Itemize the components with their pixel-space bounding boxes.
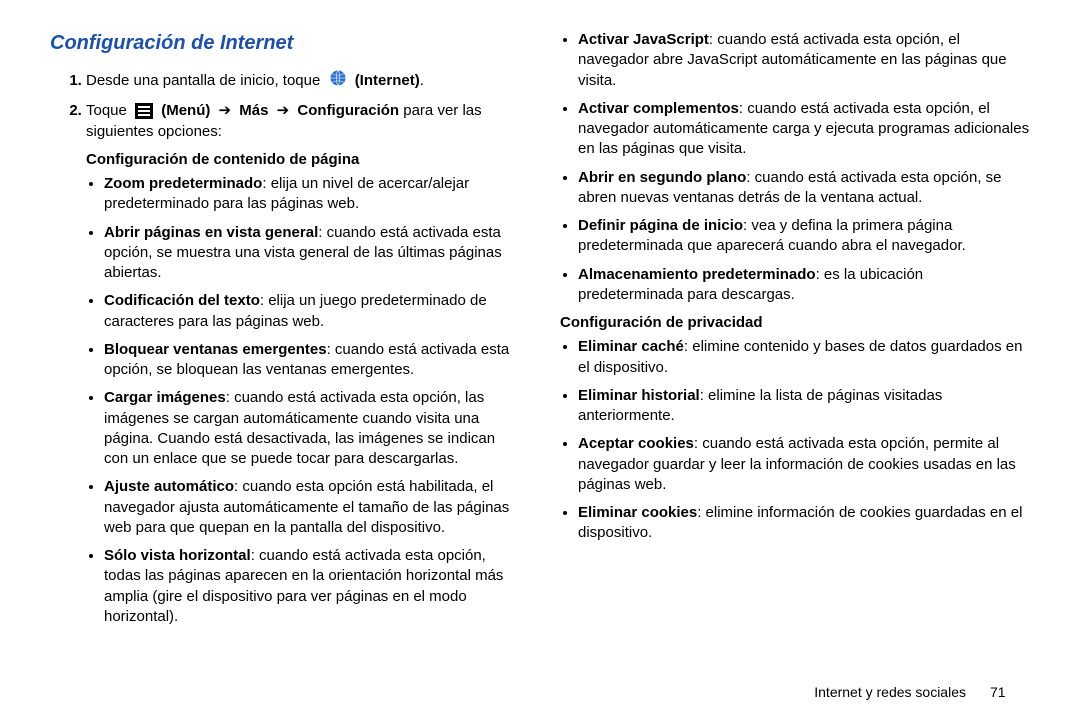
step-2-bold-menu: (Menú) xyxy=(161,102,210,119)
list-item: Almacenamiento predeterminado: es la ubi… xyxy=(578,265,1030,306)
list-item: Eliminar caché: elimine contenido y base… xyxy=(578,337,1030,378)
arrow-icon: ➔ xyxy=(277,102,290,119)
sub-heading-privacy: Configuración de privacidad xyxy=(560,313,1030,333)
step-2-text-a: Toque xyxy=(86,102,131,119)
list-item: Eliminar cookies: elimine información de… xyxy=(578,503,1030,544)
list-item: Activar JavaScript: cuando está activada… xyxy=(578,30,1030,91)
right-column: Activar JavaScript: cuando está activada… xyxy=(560,30,1030,674)
item-term: Eliminar cookies xyxy=(578,504,697,521)
item-term: Activar complementos xyxy=(578,100,739,117)
step-2: Toque (Menú) ➔ Más ➔ Configuración para … xyxy=(86,101,520,142)
footer-section: Internet y redes sociales xyxy=(814,684,966,700)
item-term: Codificación del texto xyxy=(104,292,260,309)
step-2-bold-mas: Más xyxy=(239,102,268,119)
item-term: Activar JavaScript xyxy=(578,31,709,48)
globe-icon xyxy=(329,69,347,93)
menu-icon xyxy=(135,103,153,119)
item-term: Aceptar cookies xyxy=(578,435,694,452)
steps-list: Desde una pantalla de inicio, toque (Int… xyxy=(50,69,520,142)
left-bullet-list: Zoom predeterminado: elija un nivel de a… xyxy=(86,174,520,627)
step-2-bold-config: Configuración xyxy=(297,102,399,119)
list-item: Sólo vista horizontal: cuando está activ… xyxy=(104,546,520,627)
step-1-text-c: . xyxy=(420,72,424,89)
step-1-text-a: Desde una pantalla de inicio, toque xyxy=(86,72,325,89)
list-item: Codificación del texto: elija un juego p… xyxy=(104,291,520,332)
list-item: Definir página de inicio: vea y defina l… xyxy=(578,216,1030,257)
right-top-bullet-list: Activar JavaScript: cuando está activada… xyxy=(560,30,1030,305)
section-title: Configuración de Internet xyxy=(50,30,520,57)
step-1: Desde una pantalla de inicio, toque (Int… xyxy=(86,69,520,93)
list-item: Zoom predeterminado: elija un nivel de a… xyxy=(104,174,520,215)
item-term: Eliminar historial xyxy=(578,387,700,404)
right-bottom-bullet-list: Eliminar caché: elimine contenido y base… xyxy=(560,337,1030,543)
list-item: Eliminar historial: elimine la lista de … xyxy=(578,386,1030,427)
list-item: Cargar imágenes: cuando está activada es… xyxy=(104,388,520,469)
item-term: Abrir en segundo plano xyxy=(578,169,746,186)
sub-heading-content: Configuración de contenido de página xyxy=(86,150,520,170)
item-term: Sólo vista horizontal xyxy=(104,547,251,564)
list-item: Bloquear ventanas emergentes: cuando est… xyxy=(104,340,520,381)
page-footer: Internet y redes sociales 71 xyxy=(50,674,1030,700)
footer-page-number: 71 xyxy=(990,684,1030,700)
list-item: Activar complementos: cuando está activa… xyxy=(578,99,1030,160)
item-term: Bloquear ventanas emergentes xyxy=(104,341,327,358)
left-column: Configuración de Internet Desde una pant… xyxy=(50,30,520,674)
list-item: Abrir en segundo plano: cuando está acti… xyxy=(578,168,1030,209)
item-term: Zoom predeterminado xyxy=(104,175,262,192)
item-term: Cargar imágenes xyxy=(104,389,226,406)
list-item: Abrir páginas en vista general: cuando e… xyxy=(104,223,520,284)
list-item: Aceptar cookies: cuando está activada es… xyxy=(578,434,1030,495)
item-term: Eliminar caché xyxy=(578,338,684,355)
arrow-icon: ➔ xyxy=(219,102,232,119)
item-term: Ajuste automático xyxy=(104,478,234,495)
item-term: Almacenamiento predeterminado xyxy=(578,266,816,283)
item-term: Definir página de inicio xyxy=(578,217,743,234)
item-term: Abrir páginas en vista general xyxy=(104,224,318,241)
step-1-bold: (Internet) xyxy=(355,72,420,89)
list-item: Ajuste automático: cuando esta opción es… xyxy=(104,477,520,538)
